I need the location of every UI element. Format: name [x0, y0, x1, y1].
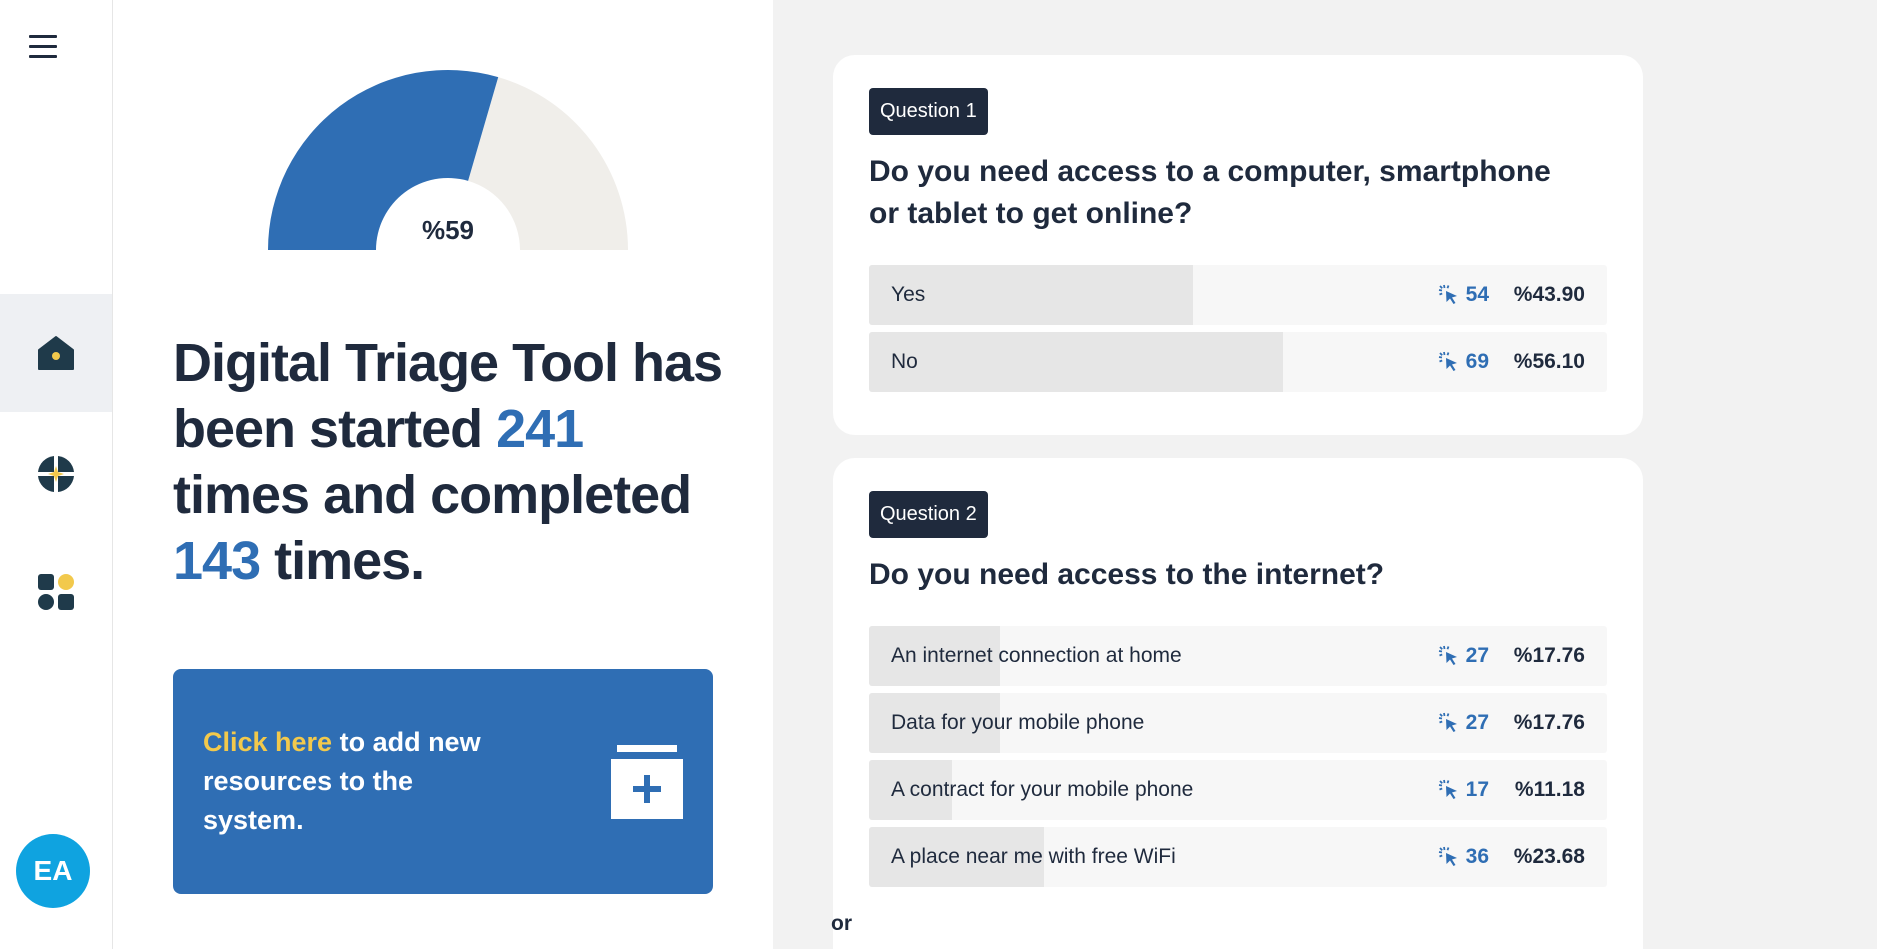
answer-option[interactable]: An internet connection at home 27 %17.76 [869, 626, 1607, 686]
answer-percentage: %17.76 [1513, 644, 1585, 667]
answer-label: Data for your mobile phone [891, 711, 1145, 734]
answer-count: 69 [1465, 350, 1489, 373]
nav-resources[interactable] [0, 415, 112, 533]
answer-label: A contract for your mobile phone [891, 778, 1194, 801]
question-badge: Question 2 [869, 491, 988, 538]
answer-option[interactable]: A contract for your mobile phone 17 %11.18 [869, 760, 1607, 820]
answer-count: 27 [1465, 644, 1489, 667]
compass-grid-icon [38, 456, 74, 492]
click-cursor-icon [1438, 846, 1457, 866]
answer-percentage: %23.68 [1513, 845, 1585, 868]
answer-count: 36 [1465, 845, 1489, 868]
question-title: Do you need access to a computer, smartp… [869, 155, 1551, 230]
answer-option[interactable]: No 69 %56.10 [869, 332, 1607, 392]
answer-stats: 27 %17.76 [1438, 693, 1585, 753]
or-separator: or [831, 912, 852, 935]
answer-percentage: %43.90 [1513, 283, 1585, 306]
click-cursor-icon [1438, 712, 1457, 732]
nav-dashboard[interactable] [0, 533, 112, 651]
question-card-1: Question 1 Do you need access to a compu… [833, 55, 1643, 435]
widgets-icon [38, 574, 74, 610]
click-here-link[interactable]: Click here [203, 727, 332, 757]
medical-kit-icon [611, 745, 683, 819]
answer-option[interactable]: Yes 54 %43.90 [869, 265, 1607, 325]
sidebar: EA [0, 0, 113, 949]
answer-label: No [891, 350, 918, 373]
click-cursor-icon [1438, 645, 1457, 665]
gauge-value: %59 [421, 215, 475, 245]
completion-gauge: %59 [263, 55, 633, 255]
summary-panel: %59 Digital Triage Tool has been started… [113, 0, 773, 949]
answer-option[interactable]: Data for your mobile phone 27 %17.76 [869, 693, 1607, 753]
click-cursor-icon [1438, 779, 1457, 799]
answer-percentage: %11.18 [1514, 778, 1585, 801]
add-resource-text: Click here to add new resources to the s… [203, 727, 481, 835]
question-title: Do you need access to the internet? [869, 558, 1385, 591]
nav-home[interactable] [0, 294, 112, 412]
answer-count: 17 [1465, 778, 1489, 801]
user-avatar[interactable]: EA [16, 834, 90, 908]
answer-stats: 36 %23.68 [1438, 827, 1585, 887]
answer-stats: 27 %17.76 [1438, 626, 1585, 686]
answer-count: 27 [1465, 711, 1489, 734]
answer-label: Yes [891, 283, 926, 306]
add-resource-card[interactable]: Click here to add new resources to the s… [173, 669, 713, 894]
click-cursor-icon [1438, 351, 1457, 371]
answer-label: An internet connection at home [891, 644, 1182, 667]
home-icon [38, 336, 74, 370]
answer-share-bar [869, 332, 1284, 392]
answer-percentage: %17.76 [1513, 711, 1585, 734]
question-card-2: Question 2 Do you need access to the int… [833, 458, 1643, 949]
page-headline: Digital Triage Tool has been started 241… [173, 333, 723, 591]
hamburger-menu-icon[interactable] [29, 35, 57, 61]
completed-count: 143 [173, 531, 261, 591]
started-count: 241 [496, 399, 584, 459]
answer-option[interactable]: A place near me with free WiFi 36 %23.68 [869, 827, 1607, 887]
answer-percentage: %56.10 [1513, 350, 1585, 373]
answer-stats: 17 %11.18 [1438, 760, 1585, 820]
questions-panel: Question 1 Do you need access to a compu… [773, 0, 1877, 949]
answer-stats: 69 %56.10 [1438, 332, 1585, 392]
answer-label: A place near me with free WiFi [891, 845, 1176, 868]
answer-stats: 54 %43.90 [1438, 265, 1585, 325]
question-badge: Question 1 [869, 88, 988, 135]
answer-count: 54 [1465, 283, 1489, 306]
click-cursor-icon [1438, 284, 1457, 304]
